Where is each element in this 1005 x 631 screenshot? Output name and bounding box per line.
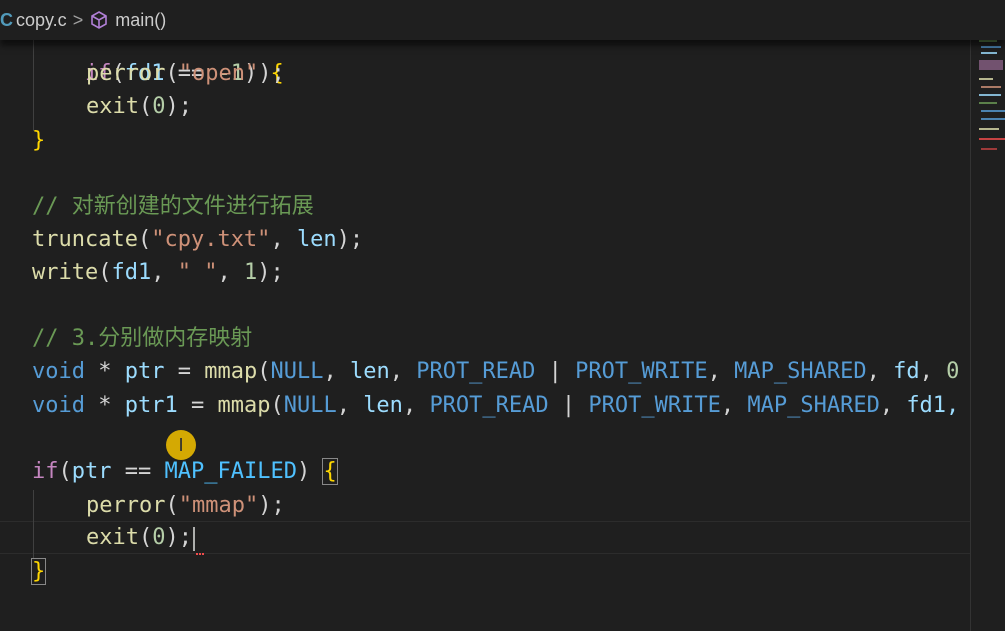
code-line: exit(0); — [86, 94, 192, 119]
number-literal: 1 — [243, 260, 258, 285]
macro: PROT_WRITE — [575, 359, 708, 384]
variable: fd — [893, 359, 920, 384]
function-name: truncate — [32, 227, 138, 252]
variable: len — [349, 359, 390, 384]
function-name: perror — [86, 493, 166, 518]
code-line: void * ptr = mmap(NULL, len, PROT_READ |… — [32, 359, 960, 384]
code-line: truncate("cpy.txt", len); — [32, 227, 364, 252]
variable: ptr1 — [124, 393, 178, 418]
code-comment: // 3.分别做内存映射 — [32, 326, 253, 351]
breadcrumb-symbol[interactable]: main() — [115, 10, 166, 31]
string-literal: "open" — [178, 61, 259, 86]
variable: len — [363, 393, 403, 418]
macro: PROT_WRITE — [588, 393, 721, 418]
code-line: } — [32, 124, 45, 157]
matched-brace: { — [322, 458, 338, 485]
macro: PROT_READ — [429, 393, 549, 418]
matched-brace: } — [30, 558, 47, 585]
text-caret — [193, 527, 195, 551]
variable: fd1, — [906, 393, 960, 418]
macro: PROT_READ — [416, 359, 536, 384]
code-line: } — [30, 555, 47, 588]
operator: == — [111, 459, 165, 484]
error-squiggle — [196, 549, 204, 555]
breadcrumb-separator: > — [72, 9, 84, 30]
string-literal: " " — [177, 260, 218, 285]
function-name: exit — [86, 525, 139, 550]
function-name: exit — [86, 94, 139, 119]
cube-icon — [89, 10, 109, 30]
minimap[interactable] — [975, 38, 1005, 168]
breadcrumb: C copy.c > main() — [0, 0, 1005, 40]
type-keyword: void — [32, 359, 85, 384]
breadcrumb-file[interactable]: copy.c — [16, 10, 67, 31]
operator: = — [177, 393, 218, 418]
code-comment: // 对新创建的文件进行拓展 — [32, 194, 314, 219]
string-literal: "cpy.txt" — [151, 227, 271, 252]
closing-brace: } — [32, 128, 46, 153]
operator: = — [164, 359, 205, 384]
mouse-cursor-highlight: I — [166, 430, 196, 460]
number-literal: 0 — [946, 359, 960, 384]
code-editor[interactable]: if(fd1 == -1) { perror("open"); exit(0);… — [0, 0, 970, 631]
function-name: perror — [86, 61, 166, 86]
operator: * — [84, 359, 125, 384]
macro: MAP_FAILED — [164, 459, 297, 484]
control-keyword: if — [32, 459, 59, 484]
function-name: mmap — [217, 393, 271, 418]
variable: len — [296, 227, 337, 252]
code-line: write(fd1, " ", 1); — [32, 260, 284, 285]
indent-guide — [33, 490, 34, 558]
variable: ptr — [124, 359, 165, 384]
variable: ptr — [71, 459, 112, 484]
macro: MAP_SHARED — [734, 359, 867, 384]
code-line: perror("open"); — [86, 61, 285, 86]
editor-scrollbar[interactable] — [970, 0, 971, 631]
type-keyword: void — [32, 393, 85, 418]
number-literal: 0 — [152, 525, 166, 550]
code-line: if(ptr == MAP_FAILED) { — [32, 458, 338, 485]
macro: NULL — [283, 393, 337, 418]
operator: * — [84, 393, 125, 418]
code-line: perror("mmap"); — [86, 493, 285, 518]
c-language-icon: C — [0, 9, 13, 30]
code-line: exit(0); — [86, 525, 192, 550]
number-literal: 0 — [152, 94, 166, 119]
variable: fd1 — [111, 260, 152, 285]
macro: NULL — [270, 359, 324, 384]
code-line: void * ptr1 = mmap(NULL, len, PROT_READ … — [32, 393, 960, 418]
function-name: write — [32, 260, 99, 285]
string-literal: "mmap" — [178, 493, 259, 518]
ibeam-cursor-icon: I — [178, 434, 184, 456]
function-name: mmap — [204, 359, 258, 384]
macro: MAP_SHARED — [747, 393, 880, 418]
